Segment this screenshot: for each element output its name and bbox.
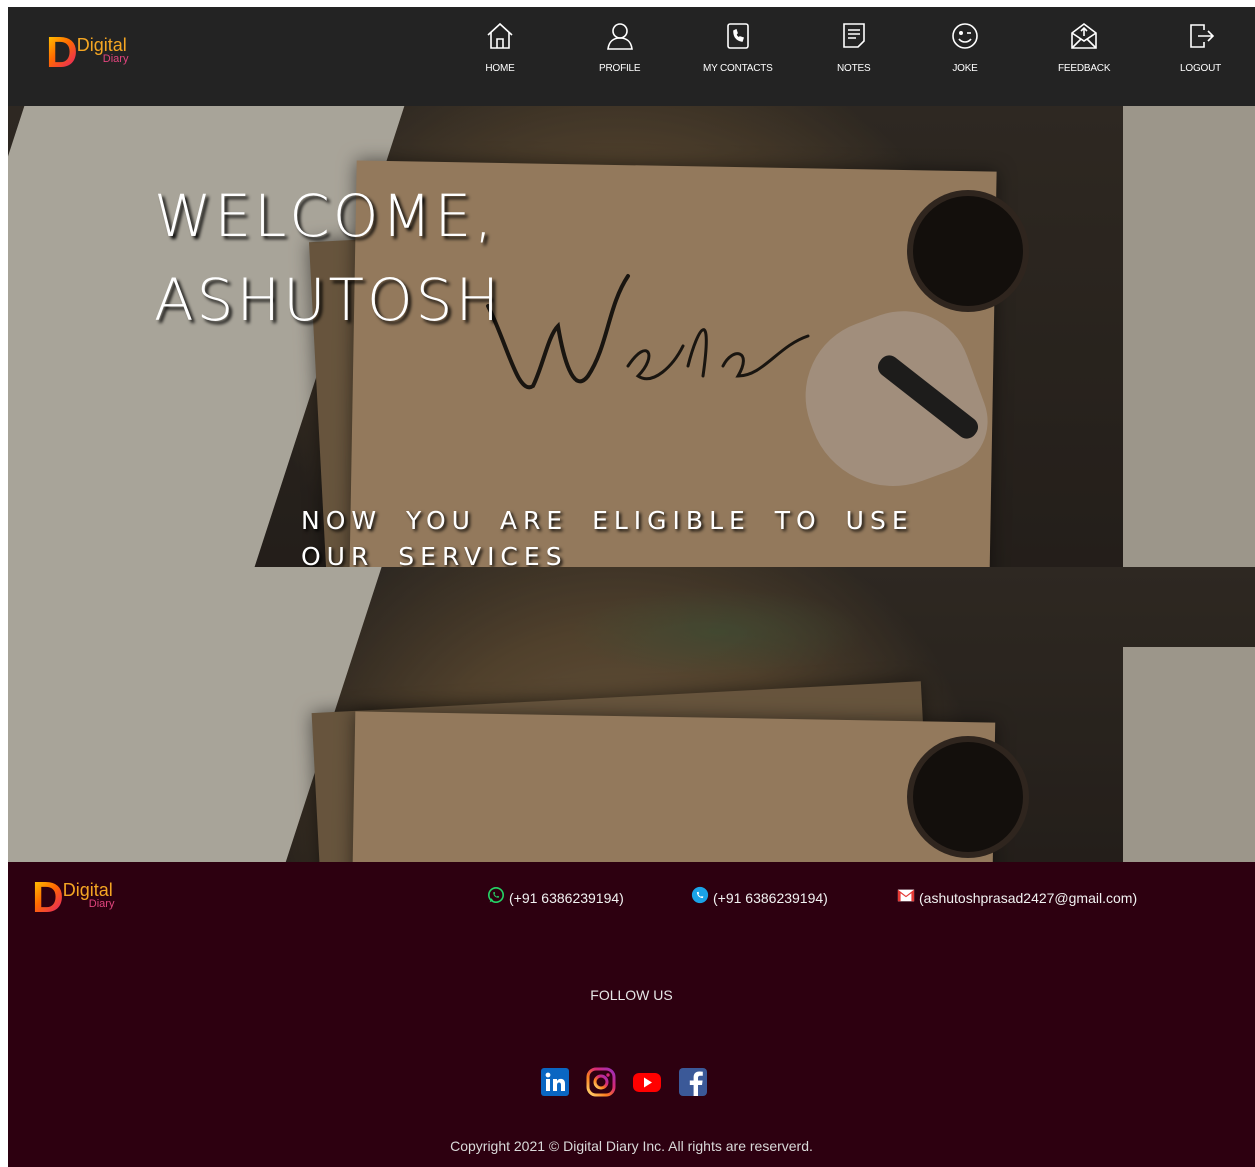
welcome-heading-username: ASHUTOSH — [154, 266, 503, 334]
nav-notes[interactable]: NOTES — [837, 21, 871, 74]
welcome-subtitle: NOW YOU ARE ELIGIBLE TO USE OUR SERVICES — [301, 506, 914, 567]
digital-diary-logo[interactable]: D Digital Diary — [46, 28, 129, 77]
footer-logo[interactable]: D Digital Diary — [32, 873, 115, 922]
nav-notes-label: NOTES — [837, 63, 871, 74]
nav-home[interactable]: HOME — [485, 21, 515, 74]
social-links — [540, 1067, 724, 1097]
instagram-icon[interactable] — [586, 1067, 616, 1097]
page: D Digital Diary HOME PROFILE MY CONTACTS — [8, 7, 1255, 1167]
logo-word-digital: Digital — [62, 880, 113, 900]
mail-open-icon — [1071, 23, 1097, 49]
gmail-icon — [897, 889, 915, 902]
youtube-icon[interactable] — [632, 1067, 662, 1097]
facebook-icon[interactable] — [678, 1067, 708, 1097]
smile-icon — [952, 23, 978, 49]
contact-skype[interactable]: (+91 6386239194) — [691, 886, 828, 906]
contact-whatsapp[interactable]: (+91 6386239194) — [487, 886, 624, 906]
footer: D Digital Diary (+91 6386239194) (+91 63… — [8, 862, 1255, 1167]
contact-email[interactable]: (ashutoshprasad2427@gmail.com) — [897, 889, 1138, 906]
user-icon — [606, 23, 633, 50]
contact-whatsapp-text: (+91 6386239194) — [509, 890, 624, 906]
nav-home-label: HOME — [485, 63, 515, 74]
hero-background-image-repeat — [8, 567, 1255, 862]
nav-my-contacts[interactable]: MY CONTACTS — [703, 21, 773, 74]
hero-background-image: WELCOME, ASHUTOSH NOW YOU ARE ELIGIBLE T… — [8, 106, 1255, 567]
home-icon — [487, 22, 513, 49]
welcome-heading-line1: WELCOME, — [154, 182, 496, 250]
logo-word-diary: Diary — [102, 53, 129, 65]
nav-feedback[interactable]: FEEDBACK — [1058, 21, 1111, 74]
contact-skype-text: (+91 6386239194) — [713, 890, 828, 906]
logo-d-mark: D — [32, 873, 64, 922]
skype-icon — [691, 886, 709, 904]
nav-my-contacts-label: MY CONTACTS — [703, 63, 773, 74]
nav-joke[interactable]: JOKE — [950, 21, 980, 74]
contact-email-text: (ashutoshprasad2427@gmail.com) — [919, 890, 1138, 906]
top-navbar: D Digital Diary HOME PROFILE MY CONTACTS — [8, 7, 1255, 106]
nav-joke-label: JOKE — [952, 63, 978, 74]
copyright-text: Copyright 2021 © Digital Diary Inc. All … — [450, 1138, 813, 1154]
logout-icon — [1189, 24, 1214, 48]
nav-profile[interactable]: PROFILE — [599, 21, 641, 74]
linkedin-icon[interactable] — [540, 1067, 570, 1097]
whatsapp-icon — [487, 886, 505, 904]
nav-feedback-label: FEEDBACK — [1058, 63, 1111, 74]
logo-word-diary: Diary — [88, 898, 115, 910]
logo-d-mark: D — [46, 28, 78, 77]
nav-logout-label: LOGOUT — [1180, 63, 1222, 74]
note-icon — [842, 23, 865, 48]
phone-book-icon — [727, 23, 749, 49]
logo-word-digital: Digital — [76, 35, 127, 55]
follow-us-heading: FOLLOW US — [590, 987, 673, 1003]
nav-logout[interactable]: LOGOUT — [1180, 21, 1221, 74]
nav-profile-label: PROFILE — [599, 63, 641, 74]
hero-section: WELCOME, ASHUTOSH NOW YOU ARE ELIGIBLE T… — [8, 106, 1255, 862]
welcome-heading: WELCOME, ASHUTOSH — [154, 174, 502, 342]
